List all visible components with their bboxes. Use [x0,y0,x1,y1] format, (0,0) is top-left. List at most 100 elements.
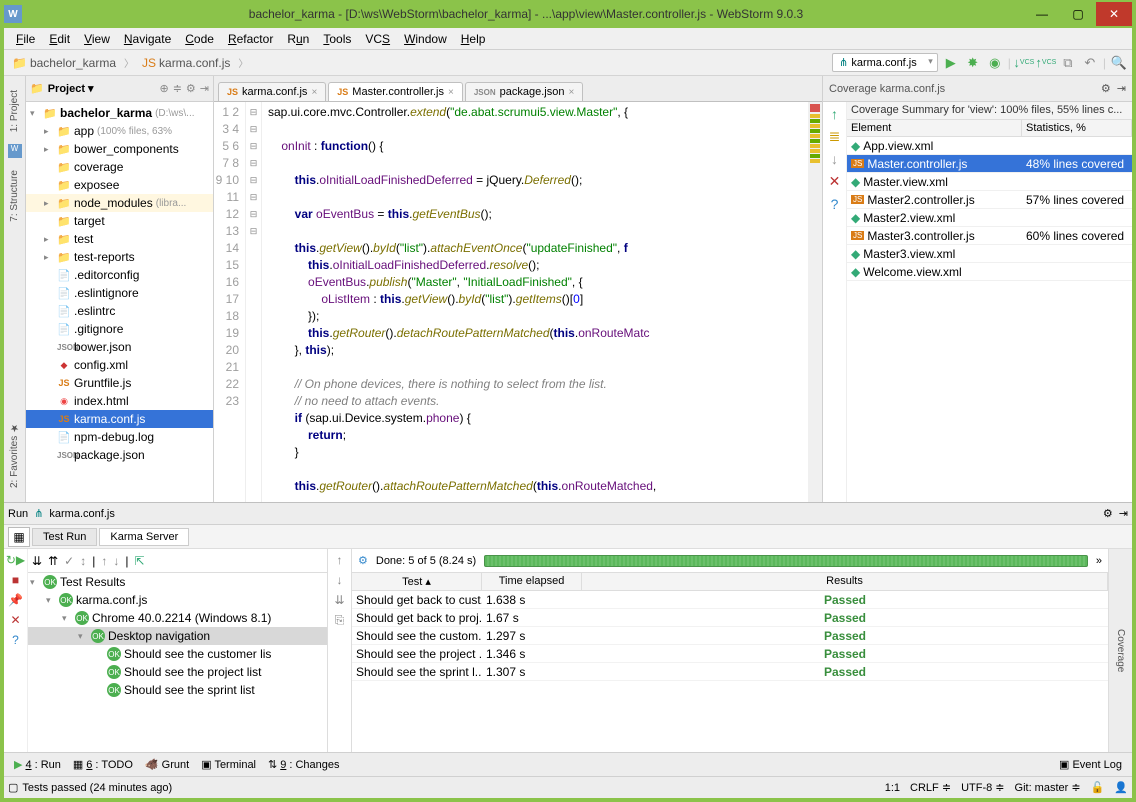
changes-tool-button[interactable]: ⇅ 9: Changes [262,756,346,773]
line-separator[interactable]: CRLF ≑ [910,781,951,794]
expand-icon[interactable]: ≑ [173,82,182,95]
stop-icon[interactable]: ■ [12,573,19,587]
pin-icon[interactable]: 📌 [8,593,23,607]
tree-item[interactable]: JSONpackage.json [26,446,213,464]
settings-icon[interactable]: ⚙ [186,82,196,95]
tab-test-run[interactable]: Test Run [32,528,97,546]
coverage-row[interactable]: ◆ App.view.xml [847,137,1132,155]
col-statistics[interactable]: Statistics, % [1022,120,1132,136]
next-icon[interactable]: ↓ [113,554,119,568]
code-area[interactable]: sap.ui.core.mvc.Controller.extend("de.ab… [262,102,808,502]
coverage-row[interactable]: JS Master2.controller.js57% lines covere… [847,191,1132,209]
run-tree-node[interactable]: OK Should see the sprint list [28,681,327,699]
minimize-button[interactable]: — [1024,2,1060,26]
menu-refactor[interactable]: Refactor [222,30,279,48]
undo-icon[interactable]: ↶ [1081,54,1099,72]
flatten-icon[interactable]: ≣ [829,128,841,145]
menu-edit[interactable]: Edit [43,30,76,48]
vcs-commit-icon[interactable]: ↑VCS [1037,54,1055,72]
help-icon[interactable]: ? [12,633,19,647]
close-icon[interactable]: × [311,87,317,98]
coverage-row[interactable]: JS Master3.controller.js60% lines covere… [847,227,1132,245]
tree-item[interactable]: ▸📁node_modules (libra... [26,194,213,212]
expand-all-icon[interactable]: ⇈ [48,554,58,568]
coverage-row[interactable]: ◆ Welcome.view.xml [847,263,1132,281]
close-icon[interactable]: × [568,87,574,98]
rerun-icon[interactable]: ↻▶ [6,553,25,567]
help-icon[interactable]: ? [831,196,839,212]
run-tool-button[interactable]: ▶ 4: Run [8,756,67,773]
menu-code[interactable]: Code [179,30,220,48]
sort-icon[interactable]: ↕ [80,554,86,568]
tree-item[interactable]: ◉index.html [26,392,213,410]
col-time[interactable]: Time elapsed [482,573,582,590]
settings-icon[interactable]: ⚙ [1101,82,1111,95]
run-result-row[interactable]: Should see the custom...1.297 sPassed [352,627,1108,645]
scroll-icon[interactable]: ⇊ [334,593,344,607]
favorites-tool-button[interactable]: 2: Favorites ★ [9,418,20,492]
tree-root[interactable]: ▾📁bachelor_karma (D:\ws\... [26,104,213,122]
breadcrumb-file[interactable]: JS karma.conf.js [138,55,234,71]
editor[interactable]: 1 2 3 4 5 6 7 8 9 10 11 12 13 14 15 16 1… [214,102,822,502]
run-tree-node[interactable]: ▾OK Chrome 40.0.2214 (Windows 8.1) [28,609,327,627]
lock-icon[interactable]: 🔓 [1091,781,1105,794]
run-result-row[interactable]: Should get back to proj...1.67 sPassed [352,609,1108,627]
coverage-button[interactable]: ◉ [986,54,1004,72]
editor-tab[interactable]: JS Master.controller.js × [328,82,463,101]
project-tool-button[interactable]: 1: Project [9,86,20,136]
run-result-row[interactable]: Should see the sprint l...1.307 sPassed [352,663,1108,681]
tree-item[interactable]: 📄.gitignore [26,320,213,338]
encoding[interactable]: UTF-8 ≑ [961,781,1004,794]
run-result-row[interactable]: Should see the project ...1.346 sPassed [352,645,1108,663]
grunt-tool-button[interactable]: 🐗 Grunt [139,756,195,773]
tree-item[interactable]: 📄.eslintignore [26,284,213,302]
run-results-table[interactable]: Should get back to cust...1.638 sPassedS… [352,591,1108,752]
tree-item[interactable]: ▸📁bower_components [26,140,213,158]
event-log-button[interactable]: ▣ Event Log [1053,756,1128,773]
filter-icon[interactable]: ↓ [831,151,838,167]
cursor-position[interactable]: 1:1 [885,782,900,794]
menu-window[interactable]: Window [398,30,453,48]
debug-button[interactable]: ✸ [964,54,982,72]
close-icon[interactable]: ✕ [10,613,20,627]
run-tree-node[interactable]: OK Should see the customer lis [28,645,327,663]
filter-passed-icon[interactable]: ✓ [64,554,74,568]
close-icon[interactable]: ✕ [829,173,841,190]
collapse-icon[interactable]: ⇥ [1119,507,1128,520]
coverage-row[interactable]: ◆ Master3.view.xml [847,245,1132,263]
tree-item[interactable]: ◆config.xml [26,356,213,374]
col-element[interactable]: Element [847,120,1022,136]
menu-navigate[interactable]: Navigate [118,30,177,48]
progress-chevron-icon[interactable]: » [1096,555,1102,567]
editor-tab[interactable]: JSON package.json × [465,82,583,101]
coverage-side-tab[interactable]: Coverage [1115,629,1126,672]
tree-item[interactable]: ▸📁test-reports [26,248,213,266]
run-button[interactable]: ▶ [942,54,960,72]
down-icon[interactable]: ↓ [337,573,343,587]
terminal-tool-button[interactable]: ▣ Terminal [195,756,262,773]
marker-strip[interactable] [808,102,822,502]
up-arrow-icon[interactable]: ↑ [831,106,838,122]
editor-tab[interactable]: JS karma.conf.js × [218,82,326,101]
tree-item[interactable]: 📁exposee [26,176,213,194]
print-icon[interactable]: ⎘ [335,613,345,628]
git-branch[interactable]: Git: master ≑ [1015,781,1081,794]
up-icon[interactable]: ↑ [337,553,343,567]
close-icon[interactable]: × [448,87,454,98]
run-tree-node[interactable]: ▾OK karma.conf.js [28,591,327,609]
run-tree-node[interactable]: ▾OK Test Results [28,573,327,591]
vcs-history-icon[interactable]: ⧉ [1059,54,1077,72]
vcs-update-icon[interactable]: ↓VCS [1015,54,1033,72]
run-tree-node[interactable]: OK Should see the project list [28,663,327,681]
tree-item[interactable]: 📁coverage [26,158,213,176]
inspector-icon[interactable]: 👤 [1114,781,1128,794]
tab-karma-server[interactable]: Karma Server [99,528,189,546]
prev-icon[interactable]: ↑ [101,554,107,568]
menu-help[interactable]: Help [455,30,492,48]
menu-vcs[interactable]: VCS [359,30,396,48]
project-panel-title[interactable]: Project ▾ [48,82,94,95]
menu-tools[interactable]: Tools [317,30,357,48]
tree-item[interactable]: JSGruntfile.js [26,374,213,392]
menu-run[interactable]: Run [281,30,315,48]
coverage-row[interactable]: ◆ Master.view.xml [847,173,1132,191]
